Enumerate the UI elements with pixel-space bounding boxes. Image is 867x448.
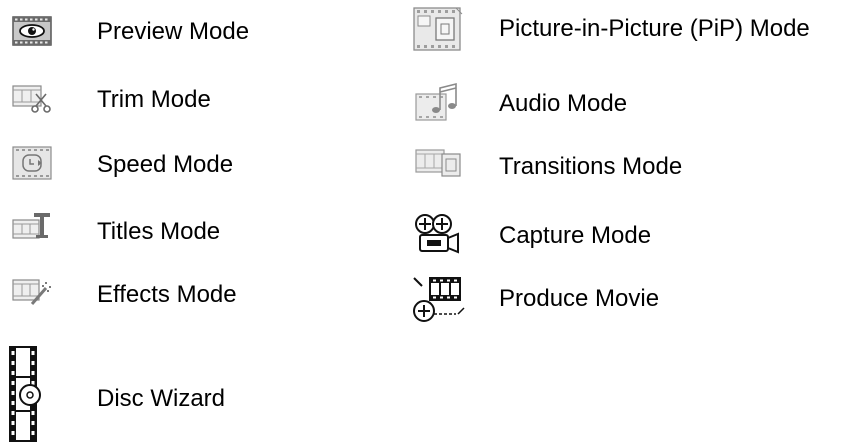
- legend-label: Effects Mode: [97, 281, 237, 308]
- preview-mode-icon: [12, 16, 52, 46]
- legend-label: Capture Mode: [499, 222, 652, 249]
- speed-mode-icon: [12, 146, 52, 180]
- legend-label: Transitions Mode: [499, 153, 683, 180]
- legend-label: Preview Mode: [97, 18, 250, 45]
- legend-label: Produce Movie: [499, 285, 660, 312]
- effects-mode-icon: [12, 276, 52, 308]
- legend-label: Trim Mode: [97, 86, 211, 113]
- titles-mode-icon: [12, 210, 52, 242]
- legend-label: Picture-in-Picture (PiP) Mode: [499, 15, 810, 42]
- legend-label: Audio Mode: [499, 90, 628, 117]
- trim-mode-icon: [12, 82, 52, 114]
- legend-label: Titles Mode: [97, 218, 221, 245]
- produce-movie-icon: [412, 276, 468, 326]
- legend-label: Disc Wizard: [97, 385, 226, 412]
- disc-wizard-icon: [8, 345, 42, 443]
- pip-mode-icon: [412, 6, 464, 52]
- capture-mode-icon: [414, 212, 460, 258]
- legend-label: Speed Mode: [97, 151, 234, 178]
- transitions-mode-icon: [412, 146, 464, 180]
- audio-mode-icon: [412, 80, 464, 124]
